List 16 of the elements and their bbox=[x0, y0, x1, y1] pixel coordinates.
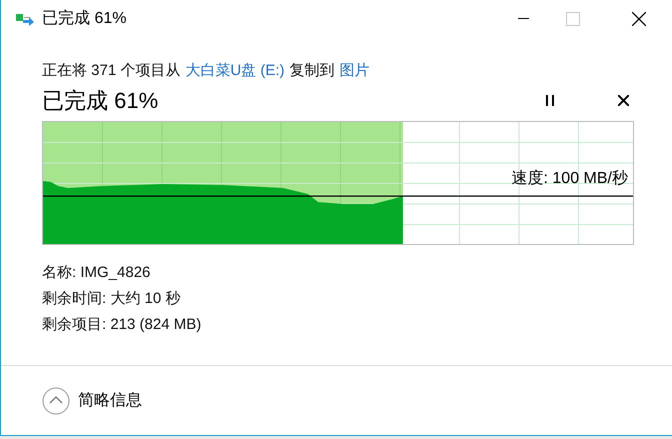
chevron-icon bbox=[42, 386, 70, 414]
detail-text: 剩余时间: 大约 10 秒 bbox=[42, 289, 182, 309]
window-title: 已完成 61% bbox=[42, 8, 126, 29]
minimize-icon[interactable] bbox=[518, 18, 529, 20]
detail-text: 剩余项目: 213 (824 MB) bbox=[42, 315, 202, 335]
folder-link[interactable]: 大白菜U盘 (E:) bbox=[185, 62, 285, 79]
copy-description: 正在将 371 个项目从 大白菜U盘 (E:) 复制到 图片 bbox=[42, 61, 371, 81]
folder-link[interactable]: 图片 bbox=[340, 62, 370, 79]
speed-label: 速度: 100 MB/秒 bbox=[512, 168, 628, 189]
details-toggle[interactable]: 简略信息 bbox=[42, 386, 142, 414]
copy-icon bbox=[16, 12, 36, 26]
progress-title: 已完成 61% bbox=[42, 86, 158, 114]
pause-icon[interactable] bbox=[546, 94, 554, 106]
close-icon[interactable] bbox=[618, 94, 629, 106]
close-icon[interactable] bbox=[632, 12, 646, 26]
detail-text: 名称: IMG_4826 bbox=[42, 263, 152, 283]
